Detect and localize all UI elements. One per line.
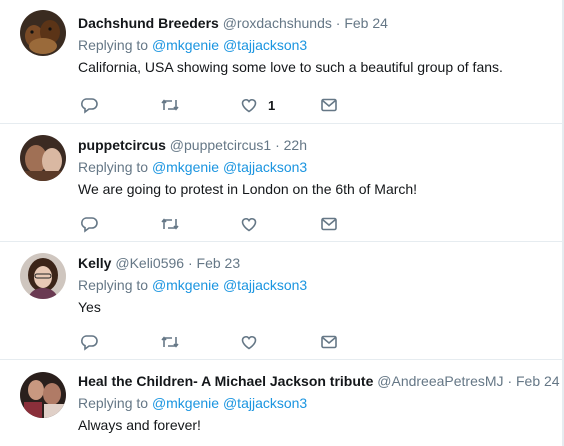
- heart-icon: [241, 336, 257, 350]
- like-button[interactable]: [240, 214, 268, 234]
- retweet-icon: [161, 99, 179, 111]
- reply-button[interactable]: [80, 95, 98, 115]
- replying-to-label: Replying to: [78, 277, 149, 293]
- mention-link[interactable]: @mkgenie: [152, 159, 219, 175]
- reply-button[interactable]: [80, 214, 98, 234]
- like-count: 1: [268, 97, 276, 113]
- tweet-text: Yes: [78, 299, 101, 315]
- envelope-icon: [321, 217, 337, 231]
- like-button[interactable]: 1: [240, 95, 275, 115]
- tweet[interactable]: Kelly @Keli0596 · Feb 23 Replying to @mk…: [0, 242, 562, 360]
- display-name[interactable]: Kelly: [78, 255, 111, 271]
- display-name[interactable]: Dachshund Breeders: [78, 15, 219, 31]
- tweet-text: California, USA showing some love to suc…: [78, 59, 503, 75]
- timestamp[interactable]: 22h: [284, 137, 307, 153]
- timestamp[interactable]: Feb 23: [197, 255, 241, 271]
- avatar[interactable]: [20, 10, 66, 56]
- timestamp[interactable]: Feb 24: [344, 15, 388, 31]
- replying-to-label: Replying to: [78, 37, 149, 53]
- message-button[interactable]: [320, 95, 338, 115]
- retweet-button[interactable]: [160, 95, 180, 115]
- reply-icon: [81, 98, 98, 114]
- replying-to: Replying to @mkgenie @tajjackson3: [78, 158, 556, 176]
- message-button[interactable]: [320, 332, 338, 352]
- retweet-button[interactable]: [160, 332, 180, 352]
- envelope-icon: [321, 335, 337, 349]
- tweet-header: Kelly @Keli0596 · Feb 23: [78, 254, 556, 272]
- tweet-actions: [80, 332, 380, 352]
- tweet-actions: 1: [80, 95, 380, 115]
- retweet-button[interactable]: [160, 214, 180, 234]
- user-handle[interactable]: @AndreeaPetresMJ: [377, 373, 503, 389]
- retweet-icon: [161, 336, 179, 348]
- heart-icon: [241, 218, 257, 232]
- replying-to-label: Replying to: [78, 159, 149, 175]
- tweet-header: Heal the Children- A Michael Jackson tri…: [78, 372, 560, 390]
- tweet-actions: [80, 214, 380, 234]
- reply-icon: [81, 217, 98, 233]
- replying-to: Replying to @mkgenie @tajjackson3: [78, 394, 556, 412]
- retweet-icon: [161, 218, 179, 230]
- tweet-text: We are going to protest in London on the…: [78, 181, 418, 197]
- tweet-feed: Dachshund Breeders @roxdachshunds · Feb …: [0, 0, 564, 446]
- tweet[interactable]: puppetcircus @puppetcircus1 · 22h Replyi…: [0, 124, 562, 242]
- avatar[interactable]: [20, 372, 66, 418]
- replying-to-label: Replying to: [78, 395, 149, 411]
- tweet-text: Always and forever!: [78, 417, 201, 433]
- replying-to: Replying to @mkgenie @tajjackson3: [78, 276, 556, 294]
- timestamp[interactable]: Feb 24: [516, 373, 560, 389]
- user-handle[interactable]: @Keli0596: [115, 255, 184, 271]
- reply-button[interactable]: [80, 332, 98, 352]
- message-button[interactable]: [320, 214, 338, 234]
- user-handle[interactable]: @puppetcircus1: [170, 137, 271, 153]
- mention-link[interactable]: @mkgenie: [152, 37, 219, 53]
- mention-link[interactable]: @mkgenie: [152, 395, 219, 411]
- replying-to: Replying to @mkgenie @tajjackson3: [78, 36, 556, 54]
- mention-link[interactable]: @tajjackson3: [223, 395, 307, 411]
- heart-icon: [241, 99, 257, 113]
- mention-link[interactable]: @tajjackson3: [223, 37, 307, 53]
- user-handle[interactable]: @roxdachshunds: [223, 15, 332, 31]
- mention-link[interactable]: @mkgenie: [152, 277, 219, 293]
- reply-icon: [81, 335, 98, 351]
- tweet[interactable]: Dachshund Breeders @roxdachshunds · Feb …: [0, 0, 562, 124]
- mention-link[interactable]: @tajjackson3: [223, 277, 307, 293]
- separator: ·: [335, 15, 341, 31]
- avatar[interactable]: [20, 253, 66, 299]
- separator: ·: [507, 373, 513, 389]
- display-name[interactable]: Heal the Children- A Michael Jackson tri…: [78, 373, 373, 389]
- tweet[interactable]: Heal the Children- A Michael Jackson tri…: [0, 360, 562, 446]
- like-button[interactable]: [240, 332, 268, 352]
- separator: ·: [275, 137, 280, 153]
- separator: ·: [187, 255, 193, 271]
- tweet-header: Dachshund Breeders @roxdachshunds · Feb …: [78, 14, 556, 32]
- tweet-header: puppetcircus @puppetcircus1 · 22h: [78, 136, 556, 154]
- envelope-icon: [321, 98, 337, 112]
- avatar[interactable]: [20, 135, 66, 181]
- display-name[interactable]: puppetcircus: [78, 137, 166, 153]
- mention-link[interactable]: @tajjackson3: [223, 159, 307, 175]
